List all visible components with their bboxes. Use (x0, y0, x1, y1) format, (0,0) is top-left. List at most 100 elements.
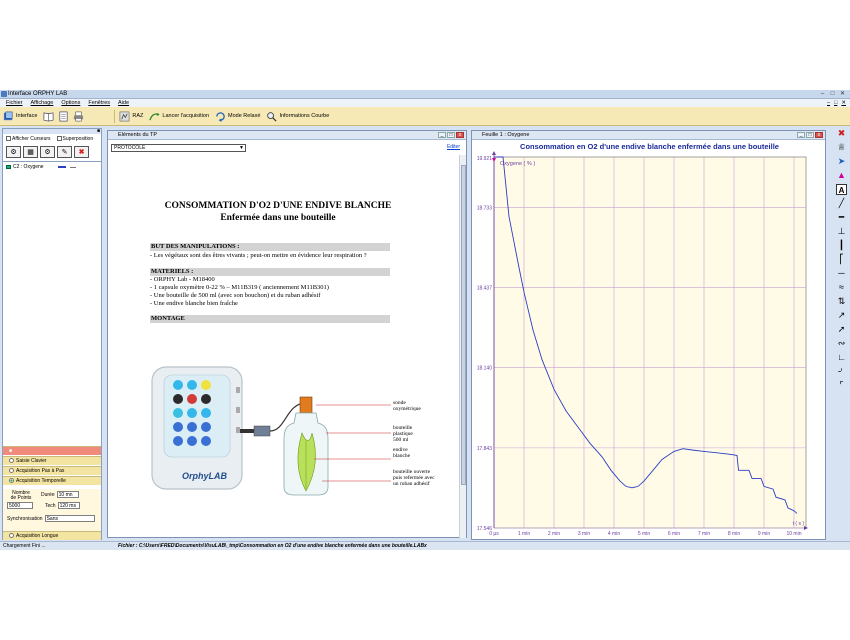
mdi-restore-icon[interactable]: □ (834, 99, 837, 107)
oxygen-chart[interactable]: 0 µs 1 min 2 min 3 min 4 min 5 min 6 min 7 min 8… (472, 131, 827, 541)
acq-temporelle-option[interactable]: Acquisition Temporelle (3, 476, 101, 485)
mdi-minimize-icon[interactable]: – (827, 99, 830, 107)
show-cursors-checkbox[interactable]: Afficher Curseurs (6, 136, 51, 142)
highlight-icon[interactable]: ▲ (836, 170, 847, 181)
settings-icon[interactable]: ⚙ (40, 146, 55, 158)
pin-icon[interactable]: ■ (97, 128, 100, 134)
tp-minimize-button[interactable]: _ (438, 132, 446, 138)
interface-button[interactable]: Interface (3, 111, 37, 122)
acq-pas-option[interactable]: Acquisition Pas à Pas (3, 466, 101, 475)
curve-info-button[interactable]: Informations Courbe (266, 111, 329, 122)
device-buttons (173, 380, 211, 446)
orange-bar-label: ■ (9, 448, 13, 454)
plot-area (493, 156, 807, 529)
edit-icon[interactable]: ✎ (57, 146, 72, 158)
device-brand: OrphyLAB (182, 471, 228, 481)
y-tick-label: 17.843 (477, 446, 493, 452)
ruler-icon[interactable]: ━ (836, 212, 847, 223)
left-panel: ■ Afficher Curseurs Superposition ⚙ ▦ ⚙ … (2, 128, 102, 540)
curve-fit-icon[interactable]: ∾ (836, 338, 847, 349)
refresh-icon (216, 111, 225, 122)
x-tick-label: 10 min (786, 531, 801, 537)
protocol-select[interactable]: PROTOCOLE ▼ (111, 144, 246, 152)
log-fit-icon[interactable]: ⌏ (836, 366, 847, 377)
sensor-config-icon[interactable]: ⚙ (6, 146, 21, 158)
tp-close-button[interactable]: x (456, 132, 464, 138)
x-tick-label: 8 min (728, 531, 740, 537)
label-endive-2: blanche (393, 453, 411, 459)
crown-icon[interactable]: ♕ (836, 142, 847, 153)
line-tool-icon[interactable]: ╱ (836, 198, 847, 209)
menu-options[interactable]: Options (61, 99, 80, 107)
acq-longue-option[interactable]: Acquisition Longue (3, 531, 101, 540)
tech-input[interactable]: 120 ms (57, 502, 80, 509)
label-goulot-3: un ruban adhésif (393, 480, 430, 487)
minimize-button[interactable]: – (818, 90, 827, 98)
slope-icon[interactable]: ➚ (836, 324, 847, 335)
window-title: Interface ORPHY LAB (8, 91, 68, 97)
tp-elements-window: Eléments du TP _ □ x PROTOCOLE ▼ Editer … (107, 130, 467, 538)
label-sonde-2: oxymétrique (393, 406, 421, 412)
x-tick-label: 1 min (518, 531, 530, 537)
tp-window-title: Eléments du TP (118, 132, 158, 138)
menu-fenetres[interactable]: Fenêtres (88, 99, 110, 107)
status-bar: Chargement Fini ... Fichier : C:\Users\F… (0, 541, 850, 550)
maximize-button[interactable]: □ (828, 90, 837, 98)
grid-config-icon[interactable]: ▦ (23, 146, 38, 158)
x-tick-label: 5 min (638, 531, 650, 537)
relaxed-mode-button[interactable]: Mode Relaxé (215, 111, 260, 122)
notes-icon[interactable] (58, 111, 69, 122)
tp-scroll-thumb[interactable] (461, 165, 466, 485)
y-axis-arrow (492, 151, 496, 155)
mdi-close-icon[interactable]: ✕ (841, 99, 846, 107)
close-strip-icon[interactable]: ✖ (836, 128, 847, 139)
diagonal-icon[interactable]: ↗ (836, 310, 847, 321)
y-tick-label: 18.140 (477, 366, 493, 372)
print-icon[interactable] (73, 111, 84, 122)
interface-icon (3, 111, 13, 120)
x-tick-label: 3 min (578, 531, 590, 537)
y-tick-label: 18.437 (477, 286, 493, 292)
doc-subtitle: Enfermée dans une bouteille (220, 213, 336, 223)
book-icon[interactable] (43, 111, 54, 122)
raz-button[interactable]: RAZ (119, 111, 143, 122)
points-input[interactable]: 5000 (7, 502, 33, 509)
tp-scrollbar[interactable] (459, 155, 466, 538)
sensor-color-swatch (57, 166, 66, 168)
y-tick-label: 18.733 (477, 206, 493, 212)
bracket-icon[interactable]: ⎡ (836, 254, 847, 265)
x-tick-label: 4 min (608, 531, 620, 537)
wave-icon[interactable]: ≈ (836, 282, 847, 293)
overlay-checkbox[interactable]: Superposition (56, 136, 93, 142)
right-tool-strip: ✖ ♕ ➤ ▲ A ╱ ━ ⊥ ┃ ⎡ ─ ≈ ⇅ ↗ ➚ ∾ ∟ ⌏ ⌜ (833, 128, 850, 540)
delete-icon[interactable]: ✖ (74, 146, 89, 158)
step-fit-icon[interactable]: ⌜ (836, 380, 847, 391)
materiel-item: - ORPHY Lab - M18400 (150, 276, 215, 283)
stepper-icon[interactable]: ⇅ (836, 296, 847, 307)
edit-link[interactable]: Editer (447, 144, 460, 150)
orange-divider-bar: ■ (3, 446, 101, 455)
protocol-document: CONSOMMATION D'O2 D'UNE ENDIVE BLANCHE E… (108, 155, 460, 538)
saisie-clavier-option[interactable]: Saisie Clavier (3, 456, 101, 465)
duration-select[interactable]: 10 mn (56, 491, 79, 498)
menu-fichier[interactable]: Fichier (6, 99, 23, 107)
toolbar: Interface RAZ Lancer l'acquisition Mode … (0, 107, 850, 126)
title-bar: Interface ORPHY LAB – □ ✕ (0, 90, 850, 99)
text-tool-icon[interactable]: A (836, 184, 847, 195)
tangent-icon[interactable]: ⊥ (836, 226, 847, 237)
menu-affichage[interactable]: Affichage (31, 99, 54, 107)
exp-fit-icon[interactable]: ∟ (836, 352, 847, 363)
launch-acquisition-button[interactable]: Lancer l'acquisition (149, 111, 209, 122)
sensor-row[interactable]: C2 : Oxygene (3, 162, 101, 172)
vertical-line-icon[interactable]: ┃ (836, 240, 847, 251)
graph-window: Feuille 1 : Oxygene _ □ x Consommation e… (471, 130, 826, 540)
but-text: - Les végétaux sont des êtres vivants ; … (150, 252, 367, 259)
close-button[interactable]: ✕ (838, 90, 847, 98)
orphy-lab-window: Interface ORPHY LAB – □ ✕ Fichier Affich… (0, 90, 850, 550)
tp-maximize-button[interactable]: □ (447, 132, 455, 138)
pointer-icon[interactable]: ➤ (836, 156, 847, 167)
duration-label: Durée (41, 491, 55, 498)
sync-select[interactable]: Sans (44, 515, 95, 522)
horizontal-marker-icon[interactable]: ─ (836, 268, 847, 279)
menu-aide[interactable]: Aide (118, 99, 129, 107)
